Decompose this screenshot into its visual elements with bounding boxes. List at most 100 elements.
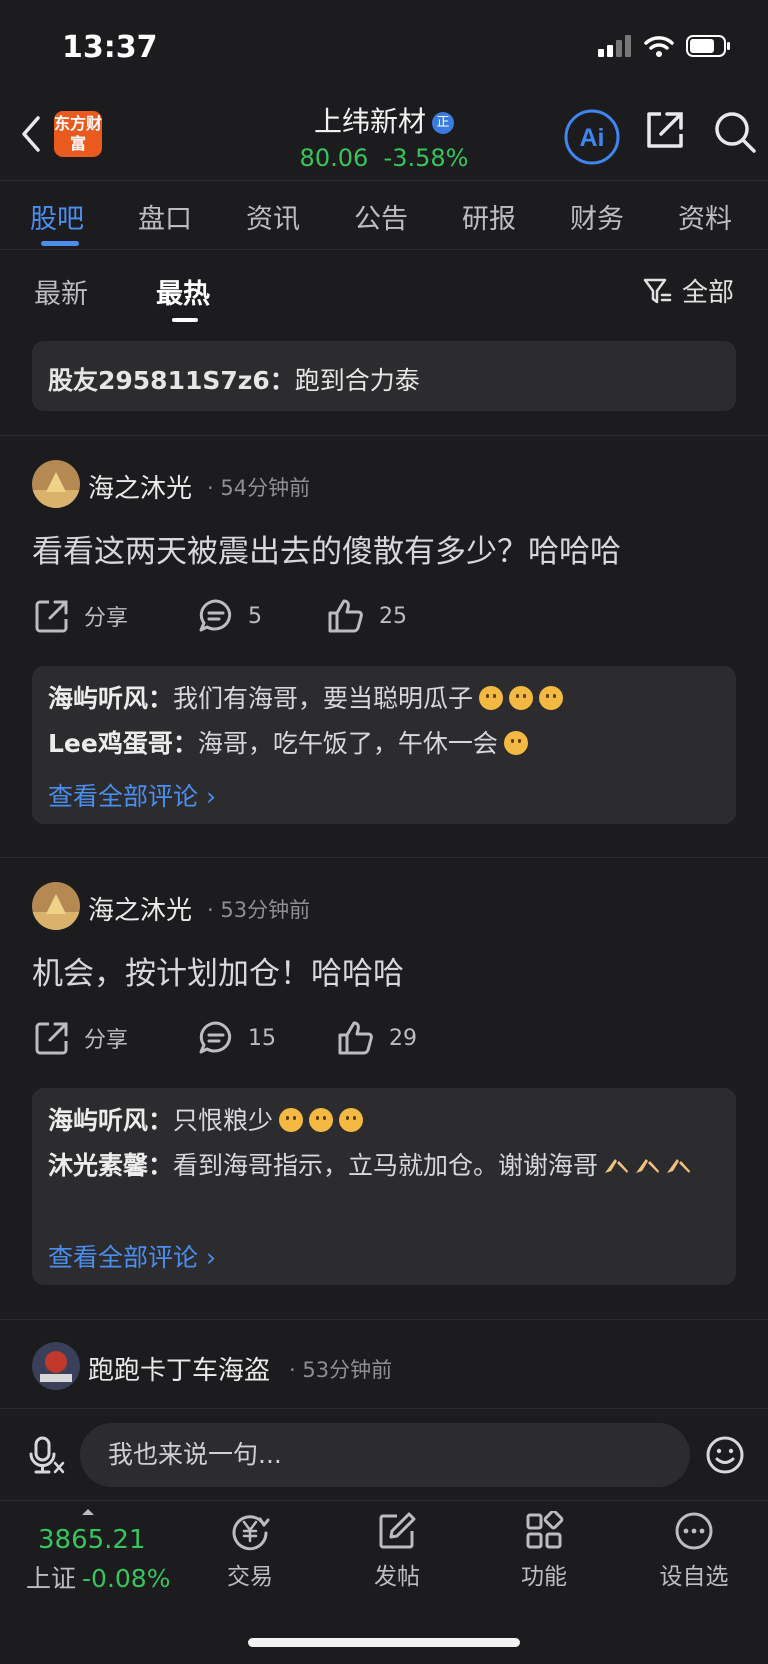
tab-pankou[interactable]: 盘口 — [138, 197, 192, 236]
comment-text: 只恨粮少 — [173, 1106, 274, 1135]
comment-item: 海屿听风：我们有海哥，要当聪明瓜子 — [48, 678, 722, 719]
like-button[interactable]: 25 — [327, 598, 407, 634]
comment-count: 5 — [248, 603, 262, 629]
share-button[interactable]: 分享 — [34, 1020, 128, 1056]
nav-post-label: 发帖 — [374, 1564, 420, 1590]
thumbs-up-icon — [328, 599, 363, 633]
nav-post[interactable]: 发帖 — [347, 1511, 447, 1591]
tab-news[interactable]: 资讯 — [246, 197, 300, 236]
avatar[interactable] — [32, 460, 80, 508]
like-count: 29 — [389, 1025, 417, 1051]
share-label: 分享 — [84, 606, 129, 631]
comment-input[interactable]: 我也来说一句... — [80, 1423, 690, 1487]
wifi-icon — [644, 36, 674, 57]
sort-latest[interactable]: 最新 — [34, 272, 88, 311]
ai-label: Ai — [580, 124, 605, 152]
caret-up-icon — [82, 1509, 94, 1515]
nav-trade-label: 交易 — [227, 1564, 273, 1590]
compose-icon — [379, 1512, 416, 1549]
post-time: · 53分钟前 — [289, 1358, 393, 1382]
comment-bubble-icon — [199, 1021, 232, 1054]
comments-preview[interactable]: 海屿听风：我们有海哥，要当聪明瓜子 Lee鸡蛋哥：海哥，吃午饭了，午休一会 查看… — [32, 666, 736, 824]
stock-tabs: 股吧 盘口 资讯 公告 研报 财务 资料 — [0, 180, 768, 250]
comment-bubble-icon — [199, 599, 232, 632]
comment-author: 沐光素馨： — [48, 1151, 174, 1180]
stock-header: 东方财富 上纬新材正 80.06 -3.58% Ai — [0, 100, 768, 180]
tab-guba[interactable]: 股吧 — [30, 197, 84, 236]
praying-hands-emoji-icon — [667, 1159, 691, 1173]
nav-functions[interactable]: 功能 — [494, 1511, 594, 1591]
verified-badge-icon: 正 — [432, 112, 454, 134]
comment-author: Lee鸡蛋哥： — [48, 729, 198, 758]
status-time: 13:37 — [62, 30, 158, 65]
post-time: · 53分钟前 — [207, 898, 311, 922]
grid-apps-icon — [526, 1511, 564, 1549]
stock-price: 80.06 — [299, 144, 369, 172]
praying-hands-emoji-icon — [636, 1159, 660, 1173]
post-time: · 54分钟前 — [207, 476, 311, 500]
home-indicator — [248, 1638, 520, 1647]
view-all-comments-link[interactable]: 查看全部评论 › — [48, 1238, 216, 1274]
pinned-text: 股友295811S7z6：跑到合力泰 — [48, 361, 420, 397]
comment-button[interactable]: 15 — [198, 1020, 276, 1056]
tab-research[interactable]: 研报 — [462, 197, 516, 236]
voice-input-icon[interactable] — [26, 1435, 66, 1475]
post-card[interactable]: 海之沐光 · 53分钟前 机会，按计划加仓！哈哈哈 分享 15 29 海屿听风：… — [0, 858, 768, 1320]
post-content[interactable]: 看看这两天被震出去的傻散有多少？哈哈哈 — [32, 526, 621, 571]
post-content[interactable]: 机会，按计划加仓！哈哈哈 — [32, 948, 404, 993]
battery-icon — [686, 35, 730, 57]
stock-change: -3.58% — [383, 144, 469, 172]
search-icon[interactable] — [713, 110, 757, 154]
status-icons — [598, 34, 732, 58]
smile-emoji-icon — [339, 1108, 364, 1132]
comment-item: 沐光素馨：看到海哥指示，立马就加仓。谢谢海哥 — [48, 1145, 722, 1186]
active-tab-indicator — [41, 241, 79, 246]
filter-icon — [643, 278, 672, 303]
avatar[interactable] — [32, 882, 80, 930]
comment-count: 15 — [248, 1025, 276, 1051]
nav-add-watchlist-label: 设自选 — [659, 1564, 729, 1590]
index-change: -0.08% — [82, 1564, 171, 1593]
post-card[interactable]: 跑跑卡丁车海盗 · 53分钟前 — [0, 1320, 768, 1408]
index-name: 上证 — [26, 1564, 77, 1593]
smile-emoji-icon — [309, 1108, 334, 1132]
post-card[interactable]: 海之沐光 · 54分钟前 看看这两天被震出去的傻散有多少？哈哈哈 分享 5 25… — [0, 436, 768, 859]
comment-text: 看到海哥指示，立马就加仓。谢谢海哥 — [173, 1151, 599, 1180]
index-value[interactable]: 3865.21 — [38, 1525, 146, 1555]
filter-button[interactable]: 全部 — [642, 272, 734, 309]
post-author[interactable]: 海之沐光 — [88, 468, 192, 505]
post-author[interactable]: 海之沐光 — [88, 890, 192, 927]
post-author[interactable]: 跑跑卡丁车海盗 — [88, 1350, 270, 1387]
bottom-tab-bar: 3865.21 上证 -0.08% 交易 发帖 功能 设自选 — [0, 1500, 768, 1664]
tab-profile[interactable]: 资料 — [678, 197, 732, 236]
emoji-picker-icon[interactable] — [705, 1435, 745, 1475]
smile-emoji-icon — [279, 1108, 304, 1132]
sort-bar: 最新 最热 全部 — [0, 248, 768, 334]
nav-add-watchlist[interactable]: 设自选 — [644, 1511, 744, 1591]
like-button[interactable]: 29 — [337, 1020, 417, 1056]
comments-preview[interactable]: 海屿听风：只恨粮少 沐光素馨：看到海哥指示，立马就加仓。谢谢海哥 查看全部评论 … — [32, 1088, 736, 1285]
sort-hottest[interactable]: 最热 — [156, 272, 210, 311]
share-icon — [35, 1022, 68, 1055]
smile-emoji-icon — [509, 686, 534, 710]
pinned-author: 股友295811S7z6： — [48, 366, 295, 395]
comment-text: 海哥，吃午饭了，午休一会 — [197, 729, 498, 758]
pinned-content: 跑到合力泰 — [294, 366, 420, 395]
share-icon[interactable] — [645, 110, 685, 150]
stock-name: 上纬新材 — [313, 105, 426, 138]
pinned-post[interactable]: 股友295811S7z6：跑到合力泰 — [32, 341, 736, 411]
ai-assistant-icon[interactable]: Ai — [563, 108, 621, 166]
praying-hands-emoji-icon — [605, 1159, 629, 1173]
avatar[interactable] — [32, 1342, 80, 1390]
tab-finance[interactable]: 财务 — [570, 197, 624, 236]
more-dots-icon — [675, 1512, 713, 1550]
share-button[interactable]: 分享 — [34, 598, 128, 634]
comment-button[interactable]: 5 — [198, 598, 262, 634]
comment-input-bar: 我也来说一句... — [0, 1408, 768, 1501]
nav-trade[interactable]: 交易 — [200, 1511, 300, 1591]
view-all-comments-link[interactable]: 查看全部评论 › — [48, 777, 216, 813]
index-quote[interactable]: 上证 -0.08% — [26, 1559, 170, 1595]
share-icon — [35, 600, 68, 633]
tab-announcements[interactable]: 公告 — [354, 197, 408, 236]
thumbs-up-icon — [338, 1021, 373, 1055]
